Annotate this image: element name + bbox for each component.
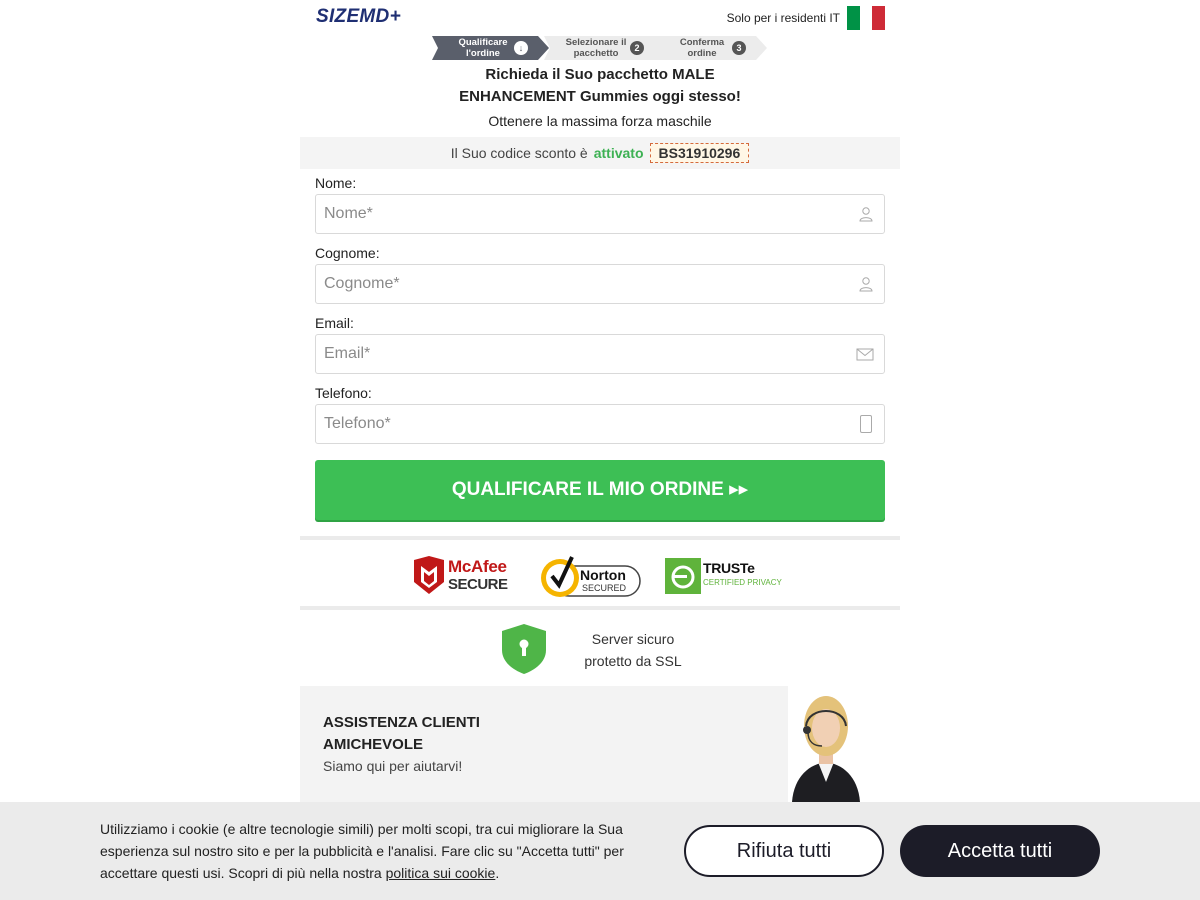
email-input[interactable] [316, 335, 836, 373]
phone-label: Telefono: [315, 385, 372, 401]
discount-prefix: Il Suo codice sconto è [450, 145, 588, 161]
step-label-2b: pacchetto [573, 48, 619, 59]
mcafee-secure-text: SECURE [448, 576, 508, 593]
discount-status: attivato [593, 145, 644, 161]
cookie-banner: Utilizziamo i cookie (e altre tecnologie… [0, 802, 1200, 900]
truste-logo-icon [665, 558, 701, 594]
trust-badges: McAfee SECURE Norton SECURED TRUSTe CERT… [300, 548, 900, 604]
italy-flag-icon [847, 6, 886, 30]
step-label-3a: Conferma [679, 37, 725, 48]
norton-badge: Norton SECURED [540, 552, 644, 600]
truste-text: TRUSTe [703, 560, 755, 576]
support-subtext: Siamo qui per aiutarvi! [323, 758, 463, 774]
first-name-label: Nome: [315, 175, 357, 191]
arrow-down-icon: ↓ [514, 41, 528, 55]
title-line-1: Richieda il Suo pacchetto MALE [485, 66, 715, 83]
step-select-package: Selezionare il pacchetto 2 [544, 36, 662, 60]
step-qualify: Qualificare l'ordine ↓ [432, 36, 550, 60]
truste-certified-text: CERTIFIED PRIVACY [703, 578, 782, 587]
user-icon [859, 207, 873, 222]
last-name-field[interactable] [315, 264, 885, 304]
phone-icon [860, 415, 872, 433]
norton-secured-text: SECURED [582, 583, 627, 593]
qualify-order-button[interactable]: QUALIFICARE IL MIO ORDINE ▸▸ [315, 460, 885, 520]
discount-code-bar: Il Suo codice sconto è attivato BS31910296 [300, 137, 900, 169]
norton-text: Norton [580, 567, 626, 583]
progress-steps: Qualificare l'ordine ↓ Selezionare il pa… [432, 36, 772, 60]
cookie-suffix: . [495, 865, 500, 881]
customer-support-box: ASSISTENZA CLIENTI AMICHEVOLE Siamo qui … [300, 686, 900, 802]
email-label: Email: [315, 315, 354, 331]
support-heading-line-2: AMICHEVOLE [323, 736, 424, 753]
page: SIZEMD+ Solo per i residenti IT Qualific… [0, 0, 1200, 900]
mcafee-text: McAfee [448, 557, 507, 576]
divider [300, 606, 900, 610]
step-number-2: 2 [630, 41, 644, 55]
page-subtitle: Ottenere la massima forza maschile [488, 113, 712, 129]
email-field[interactable] [315, 334, 885, 374]
residents-note: Solo per i residenti IT [726, 11, 840, 25]
step-label-1b: l'ordine [466, 48, 500, 59]
discount-code: BS31910296 [649, 143, 750, 164]
last-name-input[interactable] [316, 265, 836, 303]
accept-all-button[interactable]: Accetta tutti [900, 825, 1100, 877]
truste-badge: TRUSTe CERTIFIED PRIVACY [665, 558, 795, 594]
cookie-policy-link[interactable]: politica sui cookie [386, 865, 496, 881]
phone-input[interactable] [316, 405, 836, 443]
support-heading: ASSISTENZA CLIENTI AMICHEVOLE [323, 712, 563, 756]
step-label-1a: Qualificare [458, 37, 508, 48]
ssl-line-2: protetto da SSL [584, 653, 682, 669]
step-label-2a: Selezionare il [565, 37, 627, 48]
page-title: Richieda il Suo pacchetto MALE ENHANCEME… [300, 64, 900, 108]
ssl-notice: Server sicuro protetto da SSL [300, 620, 900, 680]
user-icon [859, 277, 873, 292]
step-label-3b: ordine [687, 48, 717, 59]
shield-lock-icon [502, 624, 546, 674]
support-agent-image [792, 696, 860, 802]
first-name-field[interactable] [315, 194, 885, 234]
mcafee-badge: McAfee SECURE [412, 556, 522, 596]
step-confirm: Conferma ordine 3 [650, 36, 768, 60]
header: SIZEMD+ Solo per i residenti IT [300, 0, 900, 36]
cookie-text: Utilizziamo i cookie (e altre tecnologie… [100, 818, 648, 884]
mcafee-shield-icon [414, 556, 444, 594]
last-name-label: Cognome: [315, 245, 380, 261]
phone-field[interactable] [315, 404, 885, 444]
ssl-line-1: Server sicuro [591, 631, 675, 647]
title-line-2: ENHANCEMENT Gummies oggi stesso! [459, 88, 741, 105]
logo[interactable]: SIZEMD+ [316, 6, 401, 28]
cookie-body: Utilizziamo i cookie (e altre tecnologie… [100, 821, 624, 881]
envelope-icon [856, 348, 874, 361]
first-name-input[interactable] [316, 195, 836, 233]
step-number-3: 3 [732, 41, 746, 55]
reject-all-button[interactable]: Rifiuta tutti [684, 825, 884, 877]
divider [300, 536, 900, 540]
support-heading-line-1: ASSISTENZA CLIENTI [323, 714, 480, 731]
